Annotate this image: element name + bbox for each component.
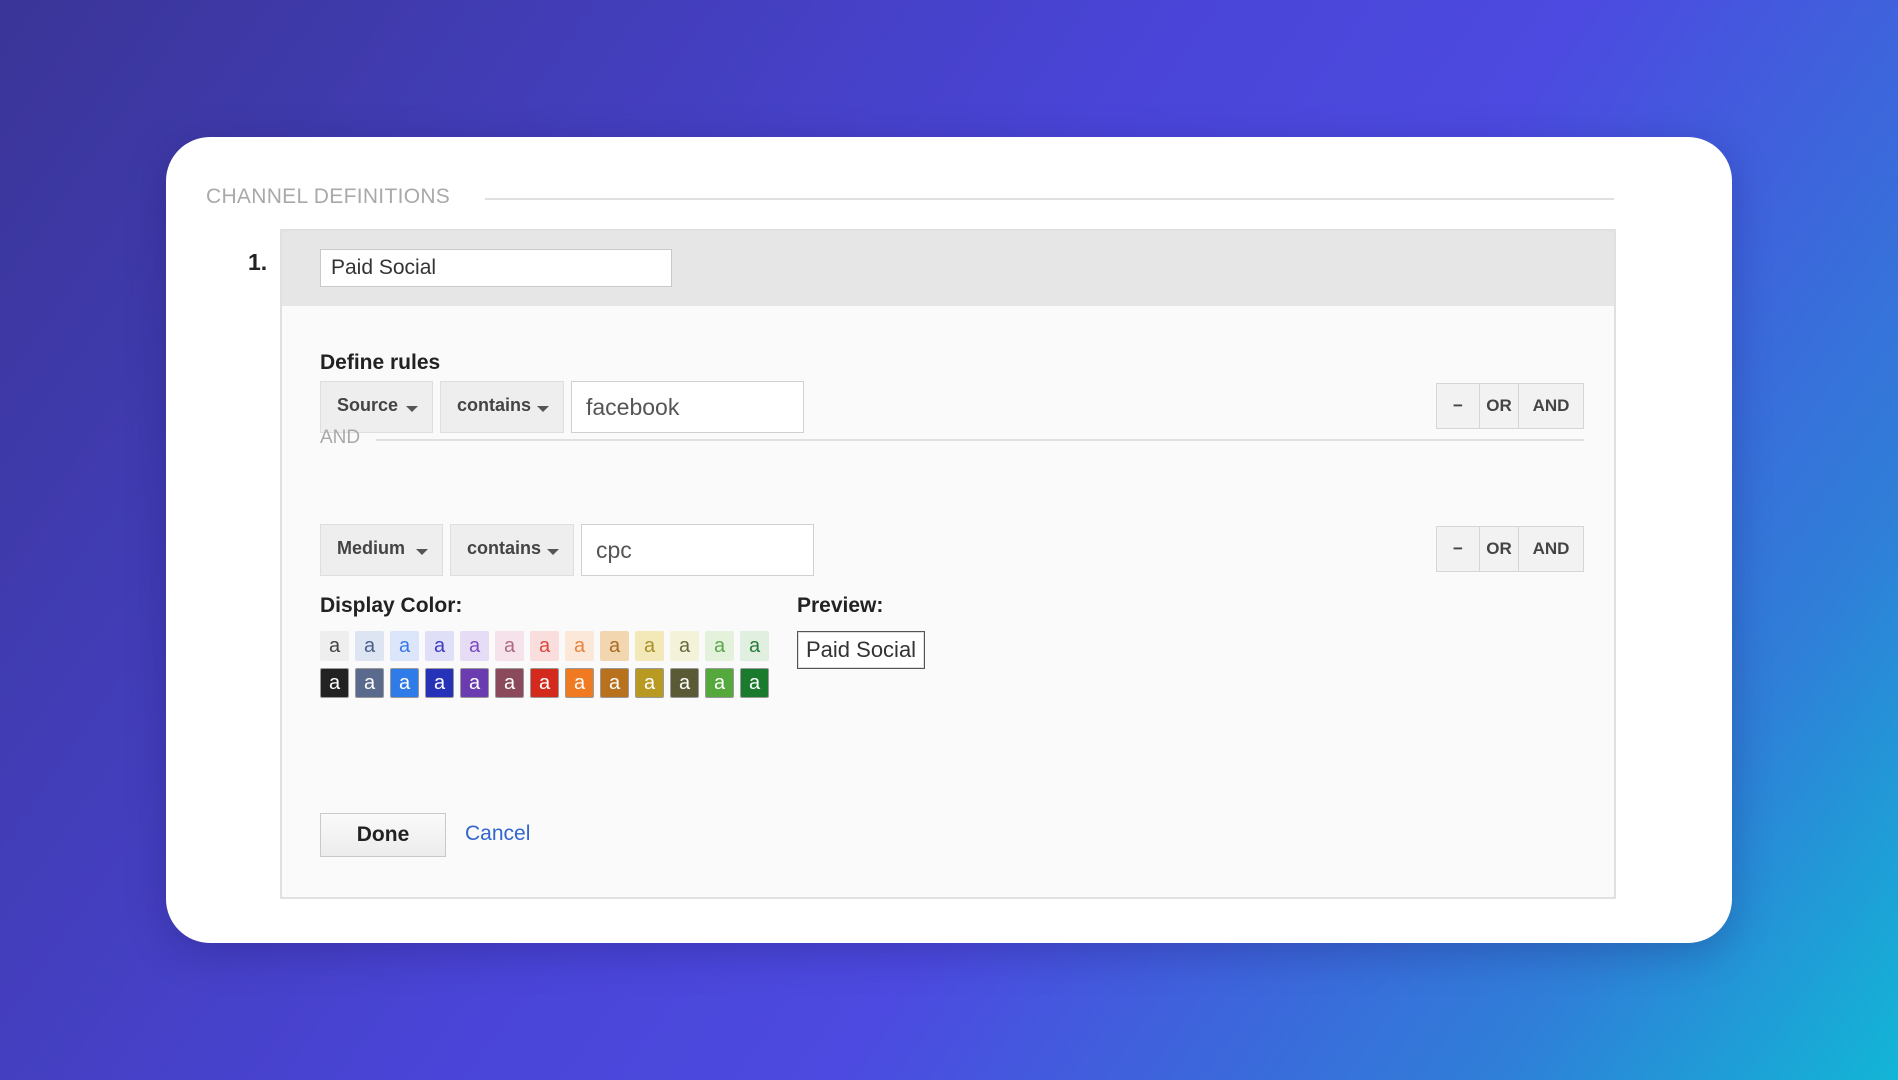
dark-color-swatch[interactable]: a: [320, 668, 349, 698]
section-header: CHANNEL DEFINITIONS: [206, 185, 1780, 209]
dark-color-swatch[interactable]: a: [495, 668, 524, 698]
rule-actions: − OR AND: [1436, 383, 1584, 429]
remove-rule-button[interactable]: −: [1436, 383, 1480, 429]
channel-definitions-card: CHANNEL DEFINITIONS 1. Define rules Sour…: [166, 137, 1732, 943]
light-color-swatch[interactable]: a: [635, 631, 664, 661]
dimension-label: Medium: [337, 538, 406, 558]
chevron-down-icon: [416, 549, 428, 555]
section-title: CHANNEL DEFINITIONS: [206, 185, 451, 208]
dark-color-swatch[interactable]: a: [425, 668, 454, 698]
operator-label: contains: [457, 395, 532, 415]
dimension-dropdown[interactable]: Medium: [320, 524, 443, 576]
color-swatch-grid: aaaaaaaaaaaaa aaaaaaaaaaaaa: [320, 631, 780, 705]
or-button[interactable]: OR: [1479, 526, 1519, 572]
and-separator-label: AND: [320, 427, 361, 448]
rule-row-2: Medium contains − OR AND: [320, 524, 1584, 576]
light-color-swatch[interactable]: a: [460, 631, 489, 661]
and-button[interactable]: AND: [1518, 383, 1584, 429]
light-color-swatch[interactable]: a: [705, 631, 734, 661]
dark-color-swatch[interactable]: a: [565, 668, 594, 698]
dark-color-swatch[interactable]: a: [670, 668, 699, 698]
dark-swatch-row: aaaaaaaaaaaaa: [320, 668, 780, 700]
chevron-down-icon: [547, 549, 559, 555]
channel-number: 1.: [248, 249, 268, 275]
light-color-swatch[interactable]: a: [390, 631, 419, 661]
rule-actions: − OR AND: [1436, 526, 1584, 572]
rule-row-1: Source contains − OR AND: [320, 381, 1584, 433]
display-color-label: Display Color:: [320, 594, 463, 617]
and-separator-line: [376, 439, 1584, 441]
chevron-down-icon: [406, 406, 418, 412]
section-divider: [485, 198, 1614, 200]
operator-label: contains: [467, 538, 542, 558]
channel-editor-panel: Define rules Source contains − OR AND AN…: [280, 229, 1616, 899]
rule-value-input[interactable]: [581, 524, 814, 576]
preview-chip: Paid Social: [797, 631, 926, 669]
or-button[interactable]: OR: [1479, 383, 1519, 429]
light-color-swatch[interactable]: a: [565, 631, 594, 661]
dark-color-swatch[interactable]: a: [600, 668, 629, 698]
operator-dropdown[interactable]: contains: [440, 381, 564, 433]
light-color-swatch[interactable]: a: [670, 631, 699, 661]
light-swatch-row: aaaaaaaaaaaaa: [320, 631, 780, 663]
preview-label: Preview:: [797, 594, 884, 617]
dark-color-swatch[interactable]: a: [390, 668, 419, 698]
dark-color-swatch[interactable]: a: [705, 668, 734, 698]
done-button[interactable]: Done: [320, 813, 446, 857]
dark-color-swatch[interactable]: a: [355, 668, 384, 698]
dark-color-swatch[interactable]: a: [740, 668, 769, 698]
channel-name-input[interactable]: [320, 249, 672, 287]
light-color-swatch[interactable]: a: [740, 631, 769, 661]
and-separator: AND: [320, 427, 1584, 451]
light-color-swatch[interactable]: a: [355, 631, 384, 661]
rule-value-input[interactable]: [571, 381, 804, 433]
light-color-swatch[interactable]: a: [495, 631, 524, 661]
light-color-swatch[interactable]: a: [320, 631, 349, 661]
dimension-dropdown[interactable]: Source: [320, 381, 433, 433]
light-color-swatch[interactable]: a: [530, 631, 559, 661]
light-color-swatch[interactable]: a: [425, 631, 454, 661]
channel-name-bar: [282, 231, 1614, 306]
operator-dropdown[interactable]: contains: [450, 524, 574, 576]
light-color-swatch[interactable]: a: [600, 631, 629, 661]
dark-color-swatch[interactable]: a: [460, 668, 489, 698]
and-button[interactable]: AND: [1518, 526, 1584, 572]
chevron-down-icon: [537, 406, 549, 412]
define-rules-heading: Define rules: [320, 351, 441, 374]
dark-color-swatch[interactable]: a: [635, 668, 664, 698]
remove-rule-button[interactable]: −: [1436, 526, 1480, 572]
cancel-link[interactable]: Cancel: [465, 822, 530, 846]
dimension-label: Source: [337, 395, 399, 415]
dark-color-swatch[interactable]: a: [530, 668, 559, 698]
